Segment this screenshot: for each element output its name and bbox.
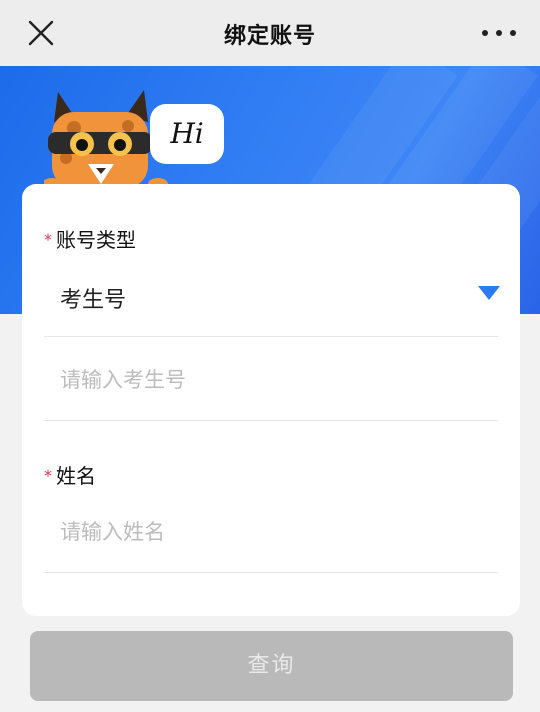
navigation-bar: 绑定账号	[0, 0, 540, 66]
greeting-bubble: Hi	[150, 104, 224, 164]
required-mark: *	[44, 230, 52, 249]
divider	[44, 420, 498, 421]
name-input[interactable]	[60, 512, 480, 552]
exam-id-input[interactable]	[60, 360, 480, 400]
page-title: 绑定账号	[223, 24, 316, 49]
name-label-text: 姓名	[56, 464, 96, 488]
more-icon[interactable]	[480, 26, 518, 40]
name-label: * 姓名	[44, 460, 96, 489]
divider	[44, 336, 498, 337]
account-type-label: * 账号类型	[44, 224, 136, 253]
required-mark: *	[44, 466, 52, 485]
divider	[44, 572, 498, 573]
query-button[interactable]: 查询	[30, 631, 513, 701]
account-type-label-text: 账号类型	[56, 228, 136, 252]
bind-account-form: *账号类型 考生号 *姓名	[22, 184, 520, 616]
dropdown-caret-icon[interactable]	[478, 286, 500, 300]
account-type-value[interactable]: 考生号	[60, 282, 126, 314]
